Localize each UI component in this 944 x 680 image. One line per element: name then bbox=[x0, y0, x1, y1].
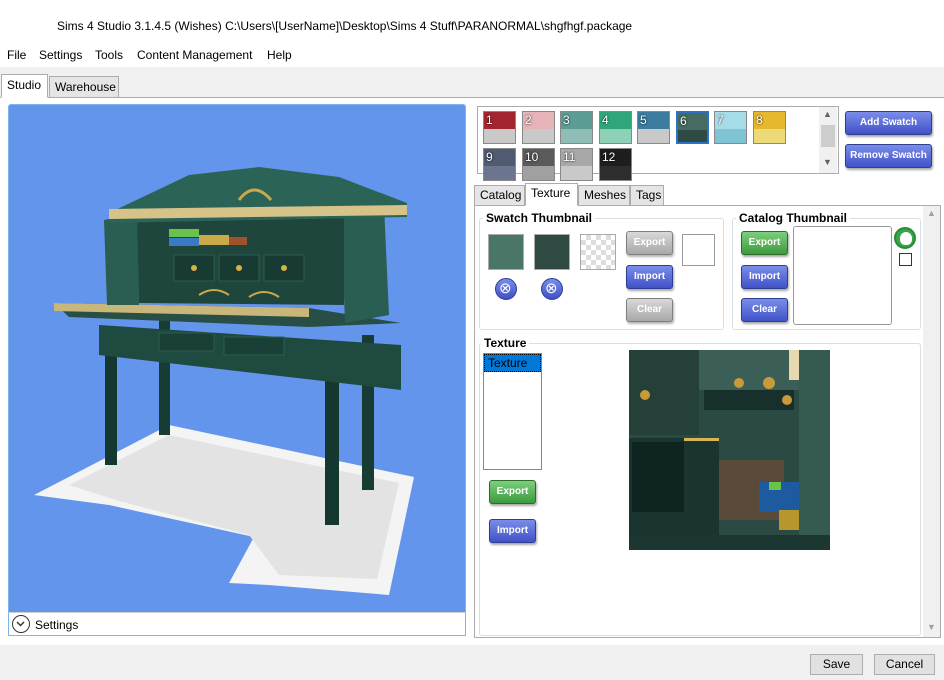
content-scrollbar[interactable]: ▲ ▼ bbox=[923, 206, 940, 637]
scroll-down-icon[interactable]: ▼ bbox=[927, 622, 936, 632]
desk-apron bbox=[99, 325, 401, 390]
menu-settings[interactable]: Settings bbox=[39, 48, 82, 62]
swatch-7[interactable]: 7 bbox=[714, 111, 747, 144]
texture-list-item[interactable]: Texture bbox=[484, 354, 541, 372]
swatch-number: 6 bbox=[680, 114, 687, 128]
swatch-8[interactable]: 8 bbox=[753, 111, 786, 144]
scroll-up-icon[interactable]: ▲ bbox=[823, 109, 832, 119]
texture-list[interactable]: Texture bbox=[483, 353, 542, 470]
lower-drawer bbox=[158, 332, 215, 352]
top-tab-strip: Studio Warehouse bbox=[0, 74, 944, 98]
scroll-up-icon[interactable]: ▲ bbox=[927, 208, 936, 218]
tab-warehouse[interactable]: Warehouse bbox=[49, 76, 119, 98]
viewport-settings-bar[interactable]: Settings bbox=[8, 612, 466, 636]
texture-title: Texture bbox=[481, 336, 530, 350]
menu-tools[interactable]: Tools bbox=[95, 48, 123, 62]
texture-import-button[interactable]: Import bbox=[489, 519, 536, 543]
book bbox=[229, 237, 247, 245]
swatch-number: 9 bbox=[486, 150, 493, 164]
hutch-right-panel bbox=[341, 205, 389, 323]
desk-leg bbox=[159, 305, 170, 435]
drawer-knob bbox=[281, 265, 287, 271]
scroll-down-icon[interactable]: ▼ bbox=[823, 157, 832, 167]
cancel-button[interactable]: Cancel bbox=[874, 654, 935, 675]
swatch-number: 3 bbox=[563, 113, 570, 127]
swatch-11[interactable]: 11 bbox=[560, 148, 593, 181]
tab-studio[interactable]: Studio bbox=[1, 74, 48, 98]
window-title: Sims 4 Studio 3.1.4.5 (Wishes) C:\Users\… bbox=[57, 19, 633, 33]
add-swatch-button[interactable]: Add Swatch bbox=[845, 111, 932, 135]
swatch-2[interactable]: 2 bbox=[522, 111, 555, 144]
menu-help[interactable]: Help bbox=[267, 48, 292, 62]
swatch-number: 2 bbox=[525, 113, 532, 127]
scrollbar-thumb[interactable] bbox=[821, 125, 835, 147]
hutch-left-panel bbox=[104, 213, 139, 305]
swatch-thumb-clear-button[interactable]: Clear bbox=[626, 298, 673, 322]
title-bar: Sims 4 Studio 3.1.4.5 (Wishes) C:\Users\… bbox=[0, 0, 944, 45]
catalog-thumb-export-button[interactable]: Export bbox=[741, 231, 788, 255]
swatch-4[interactable]: 4 bbox=[599, 111, 632, 144]
catalog-thumbnail-title: Catalog Thumbnail bbox=[736, 211, 850, 225]
swatch-thumbnail-title: Swatch Thumbnail bbox=[483, 211, 596, 225]
desk-model-render bbox=[34, 167, 414, 595]
swatch-number: 11 bbox=[563, 150, 576, 164]
drawer-knob bbox=[191, 265, 197, 271]
3d-viewport[interactable] bbox=[8, 104, 466, 636]
chevron-down-icon[interactable] bbox=[12, 615, 30, 633]
swatch-number: 5 bbox=[640, 113, 647, 127]
swatch-thumb-export-button[interactable]: Export bbox=[626, 231, 673, 255]
book bbox=[169, 238, 199, 246]
desk-leg bbox=[325, 375, 339, 525]
remove-swatch-button[interactable]: Remove Swatch bbox=[845, 144, 932, 168]
tab-texture[interactable]: Texture bbox=[525, 183, 578, 206]
book bbox=[169, 229, 199, 237]
plumbob-icon[interactable] bbox=[894, 227, 916, 249]
tab-tags[interactable]: Tags bbox=[630, 185, 664, 206]
swatch-scrollbar[interactable]: ▲ ▼ bbox=[819, 107, 837, 173]
catalog-thumbnail-preview bbox=[793, 226, 892, 325]
catalog-thumb-import-button[interactable]: Import bbox=[741, 265, 788, 289]
book bbox=[199, 235, 229, 245]
menu-bar: File Settings Tools Content Management H… bbox=[0, 45, 944, 67]
save-button[interactable]: Save bbox=[810, 654, 863, 675]
remove-color-2-icon[interactable] bbox=[541, 278, 563, 300]
swatch-thumbnail-preview bbox=[682, 234, 715, 266]
swatch-thumbnail-transparent bbox=[580, 234, 616, 270]
swatch-number: 7 bbox=[717, 113, 724, 127]
swatch-thumbnail-color-2 bbox=[534, 234, 570, 270]
swatch-1[interactable]: 1 bbox=[483, 111, 516, 144]
texture-preview bbox=[629, 350, 830, 550]
swatch-thumb-import-button[interactable]: Import bbox=[626, 265, 673, 289]
swatch-number: 12 bbox=[602, 150, 616, 164]
tab-meshes[interactable]: Meshes bbox=[578, 185, 630, 206]
menu-content-management[interactable]: Content Management bbox=[137, 48, 252, 62]
swatch-12[interactable]: 12 bbox=[599, 148, 632, 181]
swatch-5[interactable]: 5 bbox=[637, 111, 670, 144]
swatch-number: 8 bbox=[756, 113, 763, 127]
catalog-checkbox[interactable] bbox=[899, 253, 912, 266]
swatch-number: 1 bbox=[486, 113, 493, 127]
swatch-9[interactable]: 9 bbox=[483, 148, 516, 181]
lower-drawer bbox=[223, 336, 285, 356]
drawer-knob bbox=[236, 265, 242, 271]
tab-catalog[interactable]: Catalog bbox=[474, 185, 525, 206]
swatch-thumbnail-color-1 bbox=[488, 234, 524, 270]
menu-file[interactable]: File bbox=[7, 48, 26, 62]
swatch-number: 4 bbox=[602, 113, 609, 127]
swatch-10[interactable]: 10 bbox=[522, 148, 555, 181]
swatch-3[interactable]: 3 bbox=[560, 111, 593, 144]
swatch-6[interactable]: 6 bbox=[676, 111, 709, 144]
remove-color-1-icon[interactable] bbox=[495, 278, 517, 300]
settings-label: Settings bbox=[35, 618, 79, 632]
swatch-number: 10 bbox=[525, 150, 539, 164]
catalog-thumb-clear-button[interactable]: Clear bbox=[741, 298, 788, 322]
texture-export-button[interactable]: Export bbox=[489, 480, 536, 504]
